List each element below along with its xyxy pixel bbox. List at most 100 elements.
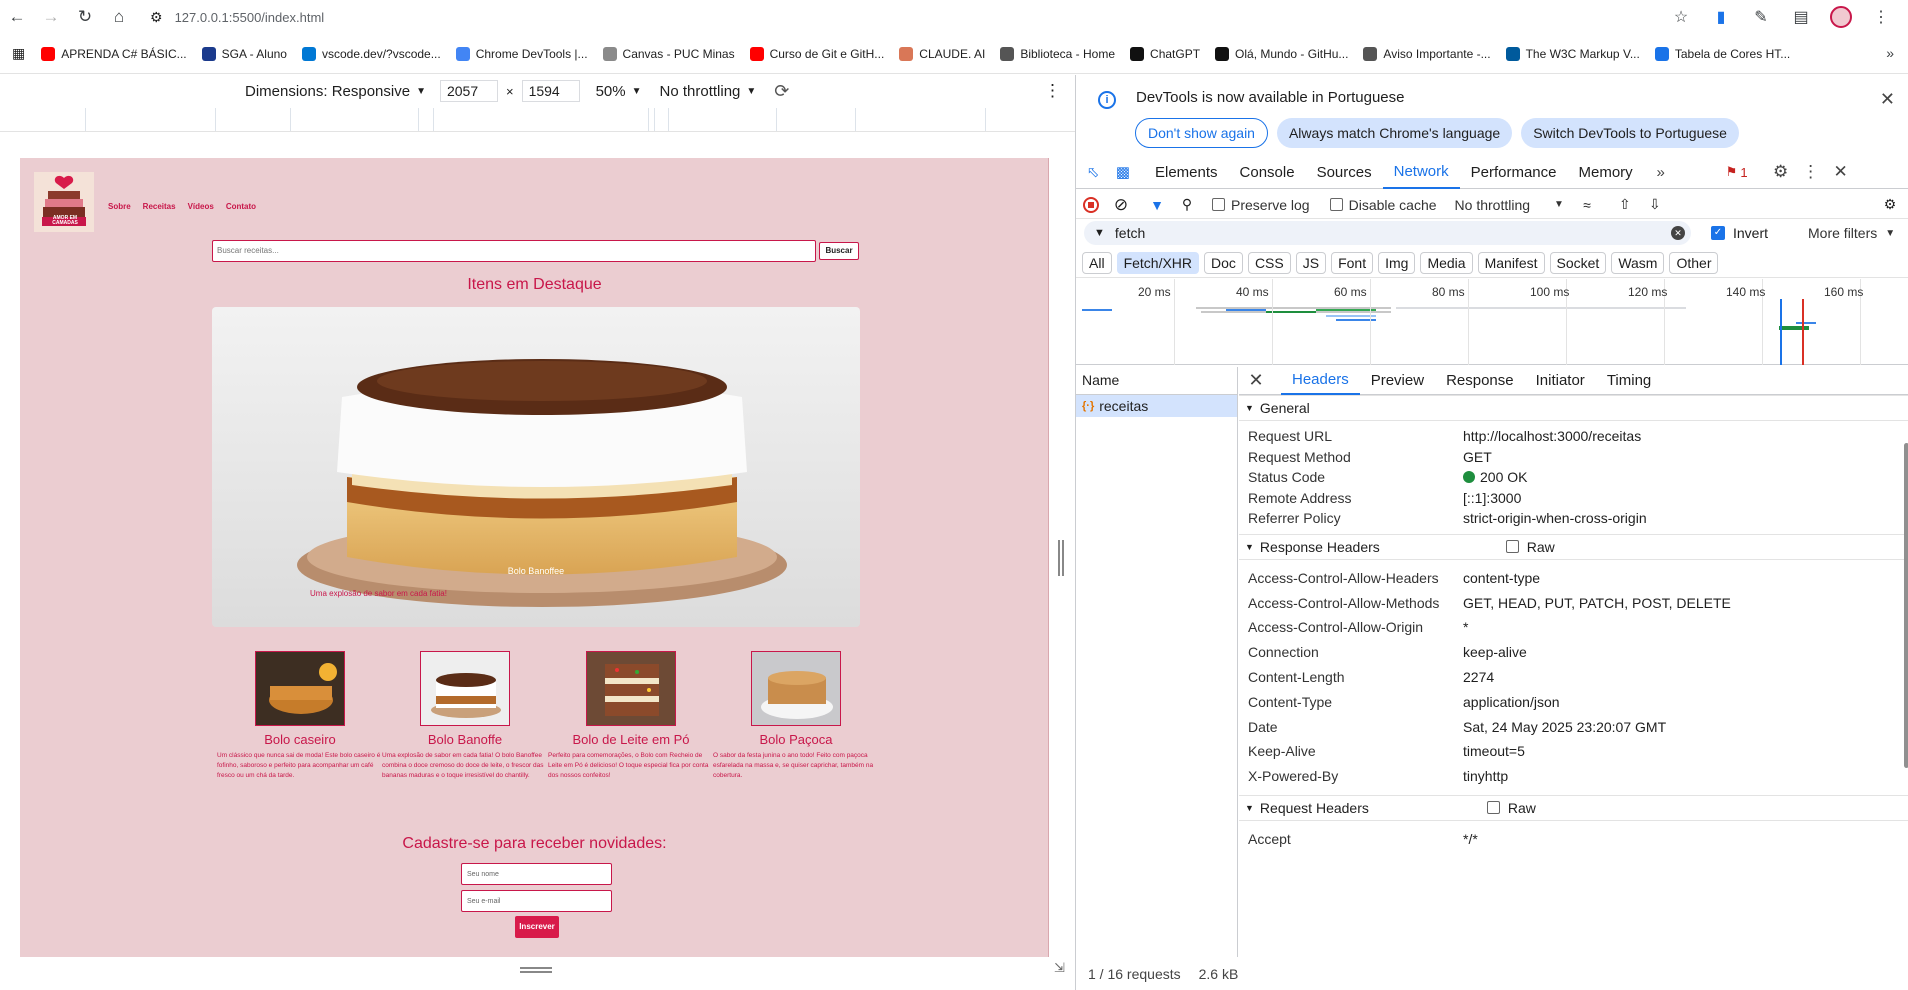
tab-preview[interactable]: Preview	[1360, 367, 1435, 395]
export-har-icon[interactable]: ⇩	[1640, 191, 1670, 219]
clear-filter-icon[interactable]: ✕	[1671, 226, 1685, 240]
bookmark-item[interactable]: Aviso Importante -...	[1363, 46, 1491, 61]
close-icon[interactable]: ✕	[1880, 89, 1895, 110]
type-filter-font[interactable]: Font	[1331, 251, 1374, 274]
network-throttling-select[interactable]: No throttling ▼	[1455, 197, 1564, 213]
zoom-select[interactable]: 50% ▼	[596, 83, 642, 100]
bookmark-item[interactable]: Tabela de Cores HT...	[1654, 46, 1790, 61]
reload-icon[interactable]: ↻	[68, 0, 102, 34]
request-headers-section-header[interactable]: ▼ Request Headers Raw	[1239, 794, 1908, 821]
bookmark-item[interactable]: Biblioteca - Home	[1000, 46, 1115, 61]
featured-carousel[interactable]: Bolo Banoffee Uma explosão de sabor em c…	[212, 307, 860, 627]
bookmark-item[interactable]: vscode.dev/?vscode...	[301, 46, 441, 61]
close-details-icon[interactable]: ✕	[1239, 370, 1273, 391]
puzzle-icon[interactable]: ▤	[1784, 0, 1818, 34]
raw-response-checkbox[interactable]: Raw	[1505, 539, 1555, 555]
resize-corner-icon[interactable]: ⇲	[1054, 960, 1065, 976]
bookmark-item[interactable]: The W3C Markup V...	[1505, 46, 1640, 61]
media-query-ruler[interactable]	[0, 108, 1075, 132]
customize-menu-icon[interactable]: ⋮	[1798, 159, 1824, 185]
network-overview-timeline[interactable]: 20 ms 40 ms 60 ms 80 ms 100 ms 120 ms 140 ms 16…	[1076, 279, 1908, 365]
chevron-right-icon[interactable]: »	[1886, 45, 1894, 61]
eyedropper-icon[interactable]: ✎	[1744, 0, 1778, 34]
more-options-icon[interactable]: ⋮	[1044, 81, 1061, 101]
type-filter-socket[interactable]: Socket	[1549, 251, 1607, 274]
tab-timing[interactable]: Timing	[1596, 367, 1662, 395]
tab-performance[interactable]: Performance	[1460, 156, 1568, 189]
tab-console[interactable]: Console	[1229, 156, 1306, 189]
filter-input[interactable]: ▼ fetch ✕	[1084, 221, 1691, 245]
url-field[interactable]: ⚙ 127.0.0.1:5500/index.html	[150, 2, 1680, 32]
search-button[interactable]: Buscar	[819, 242, 859, 260]
forward-arrow-icon[interactable]: →	[34, 0, 68, 34]
bookmark-item[interactable]: Chrome DevTools |...	[455, 46, 588, 61]
settings-gear-icon[interactable]: ⚙	[1768, 159, 1794, 185]
switch-language-button[interactable]: Switch DevTools to Portuguese	[1521, 118, 1739, 148]
back-arrow-icon[interactable]: ←	[0, 0, 34, 34]
home-icon[interactable]: ⌂	[102, 0, 136, 34]
clear-icon[interactable]: ⊘	[1106, 191, 1136, 219]
tab-memory[interactable]: Memory	[1568, 156, 1644, 189]
rotate-icon[interactable]: ⟳	[774, 81, 789, 102]
type-filter-fetchxhr[interactable]: Fetch/XHR	[1116, 251, 1200, 274]
raw-request-checkbox[interactable]: Raw	[1486, 800, 1536, 816]
search-icon[interactable]: ⚲	[1172, 191, 1202, 219]
bookmark-star-icon[interactable]: ☆	[1664, 0, 1698, 34]
extension-icon[interactable]: ▮	[1704, 0, 1738, 34]
bookmark-item[interactable]: Olá, Mundo - GitHu...	[1215, 46, 1348, 61]
height-input[interactable]: 1594	[521, 80, 580, 102]
filter-icon[interactable]: ▼	[1142, 191, 1172, 219]
bookmark-item[interactable]: ChatGPT	[1130, 46, 1200, 61]
network-conditions-icon[interactable]: ≈	[1572, 191, 1602, 219]
type-filter-media[interactable]: Media	[1420, 251, 1473, 274]
nav-link-videos[interactable]: Vídeos	[188, 202, 214, 211]
network-settings-icon[interactable]: ⚙	[1875, 191, 1905, 219]
invert-checkbox[interactable]: ✓	[1711, 226, 1725, 240]
type-filter-doc[interactable]: Doc	[1204, 251, 1243, 274]
inspect-element-icon[interactable]: ⬁	[1080, 159, 1106, 185]
type-filter-other[interactable]: Other	[1669, 251, 1719, 274]
close-devtools-icon[interactable]: ✕	[1828, 159, 1854, 185]
nav-link-contato[interactable]: Contato	[226, 202, 256, 211]
tab-response[interactable]: Response	[1435, 367, 1525, 395]
tab-initiator[interactable]: Initiator	[1525, 367, 1596, 395]
device-toggle-icon[interactable]: ▩	[1110, 159, 1136, 185]
nav-link-sobre[interactable]: Sobre	[108, 202, 131, 211]
recipe-card[interactable]: Bolo de Leite em Pó Perfeito para comemo…	[546, 651, 716, 781]
details-scrollbar[interactable]	[1904, 443, 1908, 768]
type-filter-css[interactable]: CSS	[1247, 251, 1291, 274]
viewport-resize-handle-bottom[interactable]	[520, 967, 552, 973]
site-logo[interactable]: AMOR EM CAMADAS	[34, 172, 94, 232]
bookmark-item[interactable]: Curso de Git e GitH...	[749, 46, 884, 61]
avatar[interactable]	[1824, 0, 1858, 34]
more-tabs-icon[interactable]: »	[1648, 159, 1674, 185]
menu-dots-icon[interactable]: ⋮	[1864, 0, 1898, 34]
recipe-search-input[interactable]: Buscar receitas...	[212, 240, 816, 262]
issues-badge[interactable]: ⚑ 1	[1726, 164, 1748, 180]
recipe-card[interactable]: Bolo Paçoca O sabor da festa junina o an…	[711, 651, 881, 781]
tab-network[interactable]: Network	[1382, 156, 1460, 189]
width-input[interactable]: 2057	[439, 80, 498, 102]
name-column-header[interactable]: Name	[1076, 367, 1237, 395]
recipe-card[interactable]: Bolo Banoffe Uma explosão de sabor em ca…	[380, 651, 550, 781]
tab-elements[interactable]: Elements	[1144, 156, 1229, 189]
recipe-card[interactable]: Bolo caseiro Um clássico que nunca sai d…	[215, 651, 385, 781]
apps-grid-icon[interactable]: ▦	[12, 45, 25, 62]
type-filter-js[interactable]: JS	[1295, 251, 1327, 274]
record-stop-icon[interactable]	[1076, 191, 1106, 219]
response-headers-section-header[interactable]: ▼ Response Headers Raw	[1239, 533, 1908, 560]
viewport-resize-handle-right[interactable]	[1058, 540, 1064, 576]
bookmark-item[interactable]: SGA - Aluno	[201, 46, 287, 61]
tab-headers[interactable]: Headers	[1281, 367, 1360, 395]
subscribe-button[interactable]: Inscrever	[515, 916, 559, 938]
bookmark-item[interactable]: APRENDA C# BÁSIC...	[41, 46, 187, 61]
type-filter-manifest[interactable]: Manifest	[1477, 251, 1545, 274]
type-filter-img[interactable]: Img	[1378, 251, 1416, 274]
nav-link-receitas[interactable]: Receitas	[143, 202, 176, 211]
bookmark-item[interactable]: CLAUDE. AI	[899, 46, 985, 61]
type-filter-wasm[interactable]: Wasm	[1611, 251, 1665, 274]
newsletter-name-input[interactable]: Seu nome	[461, 863, 612, 885]
general-section-header[interactable]: ▼ General	[1239, 395, 1908, 421]
tab-sources[interactable]: Sources	[1306, 156, 1383, 189]
dont-show-again-button[interactable]: Don't show again	[1135, 118, 1268, 148]
